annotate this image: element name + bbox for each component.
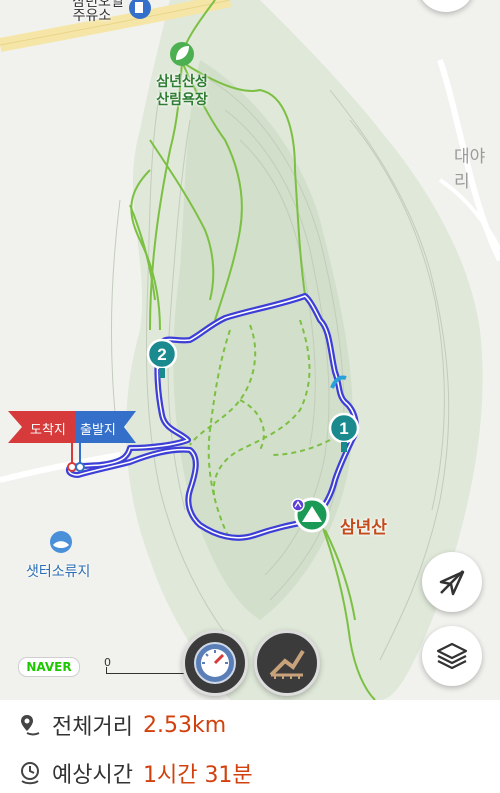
distance-value: 2.53km bbox=[142, 712, 227, 738]
location-button[interactable] bbox=[422, 552, 482, 612]
waypoint-1-label: 1 bbox=[339, 419, 348, 438]
route-flags[interactable] bbox=[6, 407, 146, 477]
route-info-panel: 전체거리 2.53km 예상시간 1시간 31분 bbox=[0, 700, 500, 793]
waypoint-1-marker[interactable]: 1 bbox=[328, 412, 360, 456]
time-value: 1시간 31분 bbox=[142, 763, 253, 788]
forest-bath-label-line2: 산림욕장 bbox=[156, 92, 208, 108]
map-view[interactable]: 2 1 도착지 출발지 삼년오일 주유소 삼년산성 산림욕장 대야리 삼년산 샛… bbox=[0, 0, 500, 700]
reservoir-label: 샛터소류지 bbox=[26, 564, 91, 580]
peak-label[interactable]: 삼년산 bbox=[340, 513, 387, 538]
compass-button[interactable] bbox=[182, 630, 248, 696]
estimated-time-icon bbox=[18, 761, 42, 785]
waypoint-2-marker[interactable]: 2 bbox=[146, 338, 178, 382]
distance-label: 전체거리 bbox=[52, 715, 133, 740]
departure-flag-label: 출발지 bbox=[80, 423, 116, 438]
time-row: 예상시간 1시간 31분 bbox=[18, 756, 253, 790]
compass-icon bbox=[194, 642, 236, 684]
forest-bath-label-line1: 삼년산성 bbox=[156, 74, 208, 90]
naver-logo: NAVER bbox=[18, 657, 80, 677]
layers-icon bbox=[436, 642, 468, 670]
arrival-flag-label: 도착지 bbox=[30, 423, 66, 438]
elevation-profile-button[interactable] bbox=[254, 630, 320, 696]
location-off-icon bbox=[439, 570, 465, 596]
time-label: 예상시간 bbox=[52, 763, 133, 788]
layers-button[interactable] bbox=[422, 626, 482, 686]
area-label-partial: 대야리 bbox=[454, 147, 486, 192]
scale-bar: 0 bbox=[104, 656, 186, 674]
gas-station-label: 주유소 bbox=[72, 8, 112, 24]
elevation-profile-icon bbox=[269, 649, 305, 679]
waypoint-2-label: 2 bbox=[157, 345, 166, 364]
distance-row: 전체거리 2.53km bbox=[18, 708, 226, 742]
route-distance-icon bbox=[18, 713, 42, 737]
scale-label: 0 bbox=[104, 656, 111, 669]
